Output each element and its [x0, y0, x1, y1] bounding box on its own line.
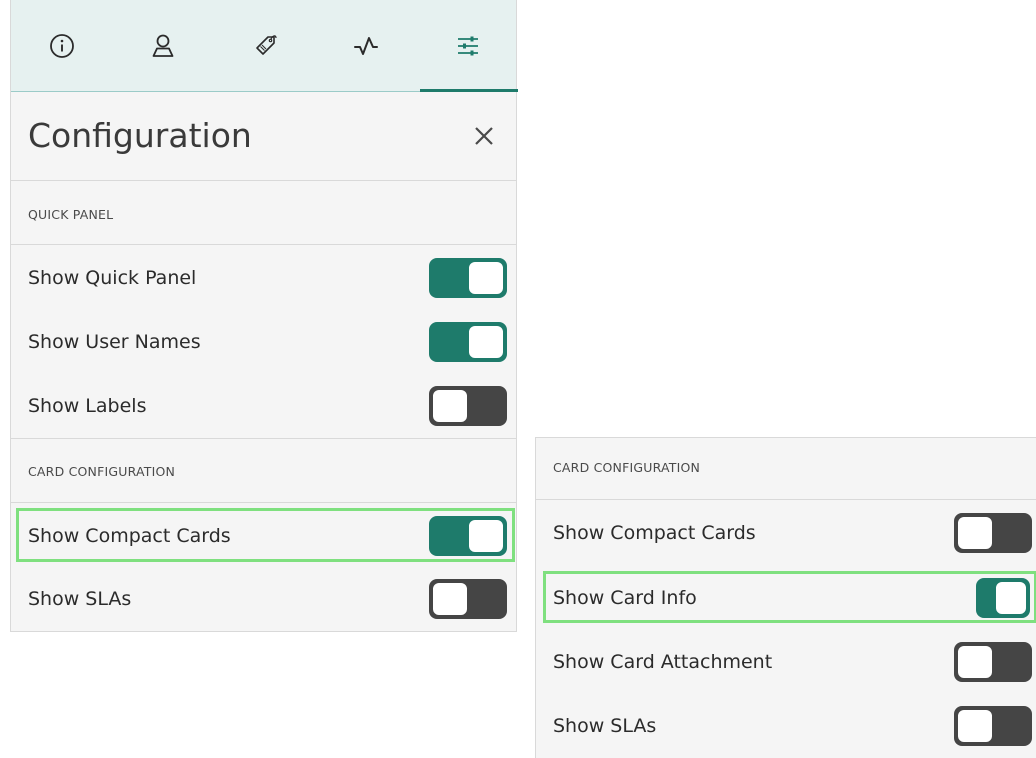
tab-activity[interactable]: [315, 0, 416, 92]
configuration-header: Configuration: [11, 92, 516, 181]
setting-label: Show Compact Cards: [553, 521, 756, 544]
setting-row-show-card-attachment: Show Card Attachment: [536, 630, 1036, 693]
setting-row-show-slas: Show SLAs: [536, 694, 1036, 757]
sliders-icon: [457, 36, 478, 56]
setting-row-show-labels: Show Labels: [11, 374, 516, 437]
setting-row-show-slas: Show SLAs: [11, 567, 516, 630]
toggle-knob: [468, 260, 504, 295]
setting-label: Show SLAs: [553, 714, 657, 737]
setting-row-show-card-info: Show Card Info: [536, 566, 1036, 629]
setting-row-show-quick-panel: Show Quick Panel: [11, 246, 516, 309]
page-title: Configuration: [28, 116, 252, 155]
setting-row-show-user-names: Show User Names: [11, 310, 516, 373]
section-header-quick-panel: QUICK PANEL: [11, 181, 516, 245]
toggle-knob: [468, 324, 504, 359]
toggle-knob: [432, 581, 468, 616]
show-card-info-toggle[interactable]: [976, 577, 1030, 618]
close-button[interactable]: [469, 121, 499, 151]
setting-label: Show Card Attachment: [553, 650, 773, 673]
setting-row-show-compact-cards: Show Compact Cards: [536, 501, 1036, 564]
toggle-knob: [468, 518, 504, 553]
show-labels-toggle[interactable]: [429, 385, 507, 426]
toggle-knob: [432, 388, 468, 423]
toggle-knob: [957, 515, 993, 550]
configuration-panel: Configuration QUICK PANEL Show Quick Pan…: [10, 0, 518, 632]
toggle-knob: [957, 644, 993, 679]
tag-icon: [255, 35, 277, 55]
setting-label: Show Card Info: [553, 586, 697, 609]
setting-label: Show SLAs: [28, 587, 132, 610]
section-header-card-configuration: CARD CONFIGURATION: [536, 438, 1036, 500]
show-user-names-toggle[interactable]: [429, 321, 507, 362]
setting-label: Show Compact Cards: [28, 524, 231, 547]
tab-bar: [11, 0, 518, 92]
show-slas-toggle[interactable]: [954, 705, 1032, 746]
show-card-attachment-toggle[interactable]: [954, 641, 1032, 682]
tab-configuration[interactable]: [417, 0, 518, 92]
info-icon: [49, 34, 74, 58]
section-title: CARD CONFIGURATION: [28, 464, 176, 479]
setting-label: Show Quick Panel: [28, 266, 197, 289]
activity-icon: [353, 37, 378, 55]
show-compact-cards-toggle[interactable]: [429, 515, 507, 556]
toggle-knob: [995, 580, 1027, 615]
setting-label: Show User Names: [28, 330, 201, 353]
section-header-card-configuration: CARD CONFIGURATION: [11, 438, 516, 503]
setting-row-show-compact-cards: Show Compact Cards: [11, 504, 516, 567]
section-title: CARD CONFIGURATION: [553, 460, 701, 475]
show-compact-cards-toggle[interactable]: [954, 512, 1032, 553]
user-icon: [152, 34, 173, 57]
section-title: QUICK PANEL: [28, 207, 114, 222]
toggle-knob: [957, 708, 993, 743]
show-quick-panel-toggle[interactable]: [429, 257, 507, 298]
close-icon: [475, 127, 493, 145]
card-configuration-panel: CARD CONFIGURATION Show Compact Cards Sh…: [535, 437, 1036, 758]
tab-user[interactable]: [112, 0, 213, 92]
show-slas-toggle[interactable]: [429, 578, 507, 619]
tab-info[interactable]: [11, 0, 112, 92]
setting-label: Show Labels: [28, 394, 147, 417]
tab-labels[interactable]: [214, 0, 315, 92]
